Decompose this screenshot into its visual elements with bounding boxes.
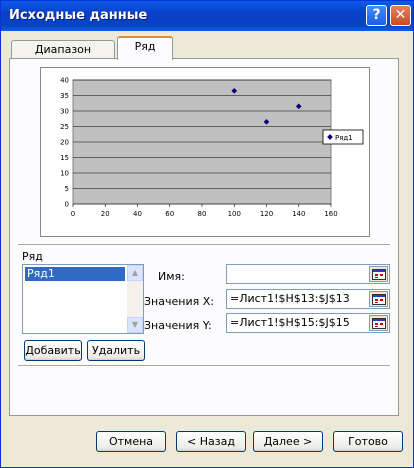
back-button[interactable]: < Назад <box>176 431 246 452</box>
x-tick-label: 120 <box>260 210 273 218</box>
y-tick-label: 20 <box>60 139 69 147</box>
remove-series-button[interactable]: Удалить <box>87 340 145 361</box>
add-series-button[interactable]: Добавить <box>24 340 82 361</box>
y-tick-label: 0 <box>65 201 69 209</box>
collapse-dialog-icon <box>372 294 386 305</box>
chart-preview: 0 5 10 15 20 25 30 35 40 0 20 40 60 80 100 120 140 160 Ря… <box>40 67 370 237</box>
next-button[interactable]: Далее > <box>253 431 323 452</box>
divider <box>18 365 390 367</box>
y-values-label: Значения Y: <box>144 319 212 332</box>
x-values-label: Значения X: <box>144 295 214 308</box>
title-bar[interactable]: Исходные данные ? ✕ <box>1 1 413 31</box>
y-values-field[interactable]: =Лист1!$H$15:$J$15 <box>226 313 390 333</box>
close-button[interactable]: ✕ <box>390 5 411 26</box>
y-tick-label: 5 <box>65 185 69 193</box>
divider <box>18 244 390 246</box>
legend: Ряд1 <box>322 129 364 145</box>
help-button[interactable]: ? <box>366 5 387 26</box>
x-tick-label: 60 <box>165 210 174 218</box>
x-tick-label: 80 <box>198 210 207 218</box>
scroll-down-icon[interactable]: ▼ <box>127 317 143 333</box>
y-tick-label: 35 <box>60 92 69 100</box>
name-field[interactable] <box>226 264 390 284</box>
collapse-dialog-icon <box>372 269 386 280</box>
x-tick-label: 140 <box>292 210 305 218</box>
source-data-dialog: Исходные данные ? ✕ Диапазон данных Ряд … <box>0 0 414 468</box>
scroll-up-icon[interactable]: ▲ <box>127 265 143 281</box>
x-tick-label: 40 <box>133 210 142 218</box>
name-label: Имя: <box>158 270 185 283</box>
x-tick-label: 160 <box>324 210 337 218</box>
y-tick-label: 25 <box>60 123 69 131</box>
scatter-chart: 0 5 10 15 20 25 30 35 40 0 20 40 60 80 100 120 140 160 Ря… <box>60 77 364 218</box>
x-tick-label: 0 <box>71 210 75 218</box>
name-range-picker-button[interactable] <box>369 266 388 282</box>
x-values-value: =Лист1!$H$13:$J$13 <box>230 292 350 305</box>
y-tick-label: 10 <box>60 170 69 178</box>
tab-data-range[interactable]: Диапазон данных <box>11 40 115 74</box>
x-tick-label: 100 <box>228 210 241 218</box>
x-values-field[interactable]: =Лист1!$H$13:$J$13 <box>226 289 390 309</box>
legend-label: Ряд1 <box>335 134 353 142</box>
y-values-value: =Лист1!$H$15:$J$15 <box>230 316 350 329</box>
series-list-scrollbar[interactable]: ▲ ▼ <box>127 265 143 333</box>
window-title: Исходные данные <box>9 8 148 23</box>
x-tick-label: 20 <box>101 210 110 218</box>
y-range-picker-button[interactable] <box>369 315 388 331</box>
finish-button[interactable]: Готово <box>333 431 403 452</box>
x-range-picker-button[interactable] <box>369 291 388 307</box>
y-tick-label: 15 <box>60 154 69 162</box>
series-list[interactable]: Ряд1 ▲ ▼ <box>22 264 144 334</box>
series-list-item[interactable]: Ряд1 <box>25 267 125 281</box>
tab-series[interactable]: Ряд <box>117 36 173 60</box>
cancel-button[interactable]: Отмена <box>96 431 166 452</box>
y-tick-label: 30 <box>60 108 69 116</box>
series-group-label: Ряд <box>22 250 43 263</box>
y-tick-label: 40 <box>60 77 69 85</box>
tab-panel-series: 0 5 10 15 20 25 30 35 40 0 20 40 60 80 100 120 140 160 Ря… <box>9 58 399 416</box>
collapse-dialog-icon <box>372 318 386 329</box>
